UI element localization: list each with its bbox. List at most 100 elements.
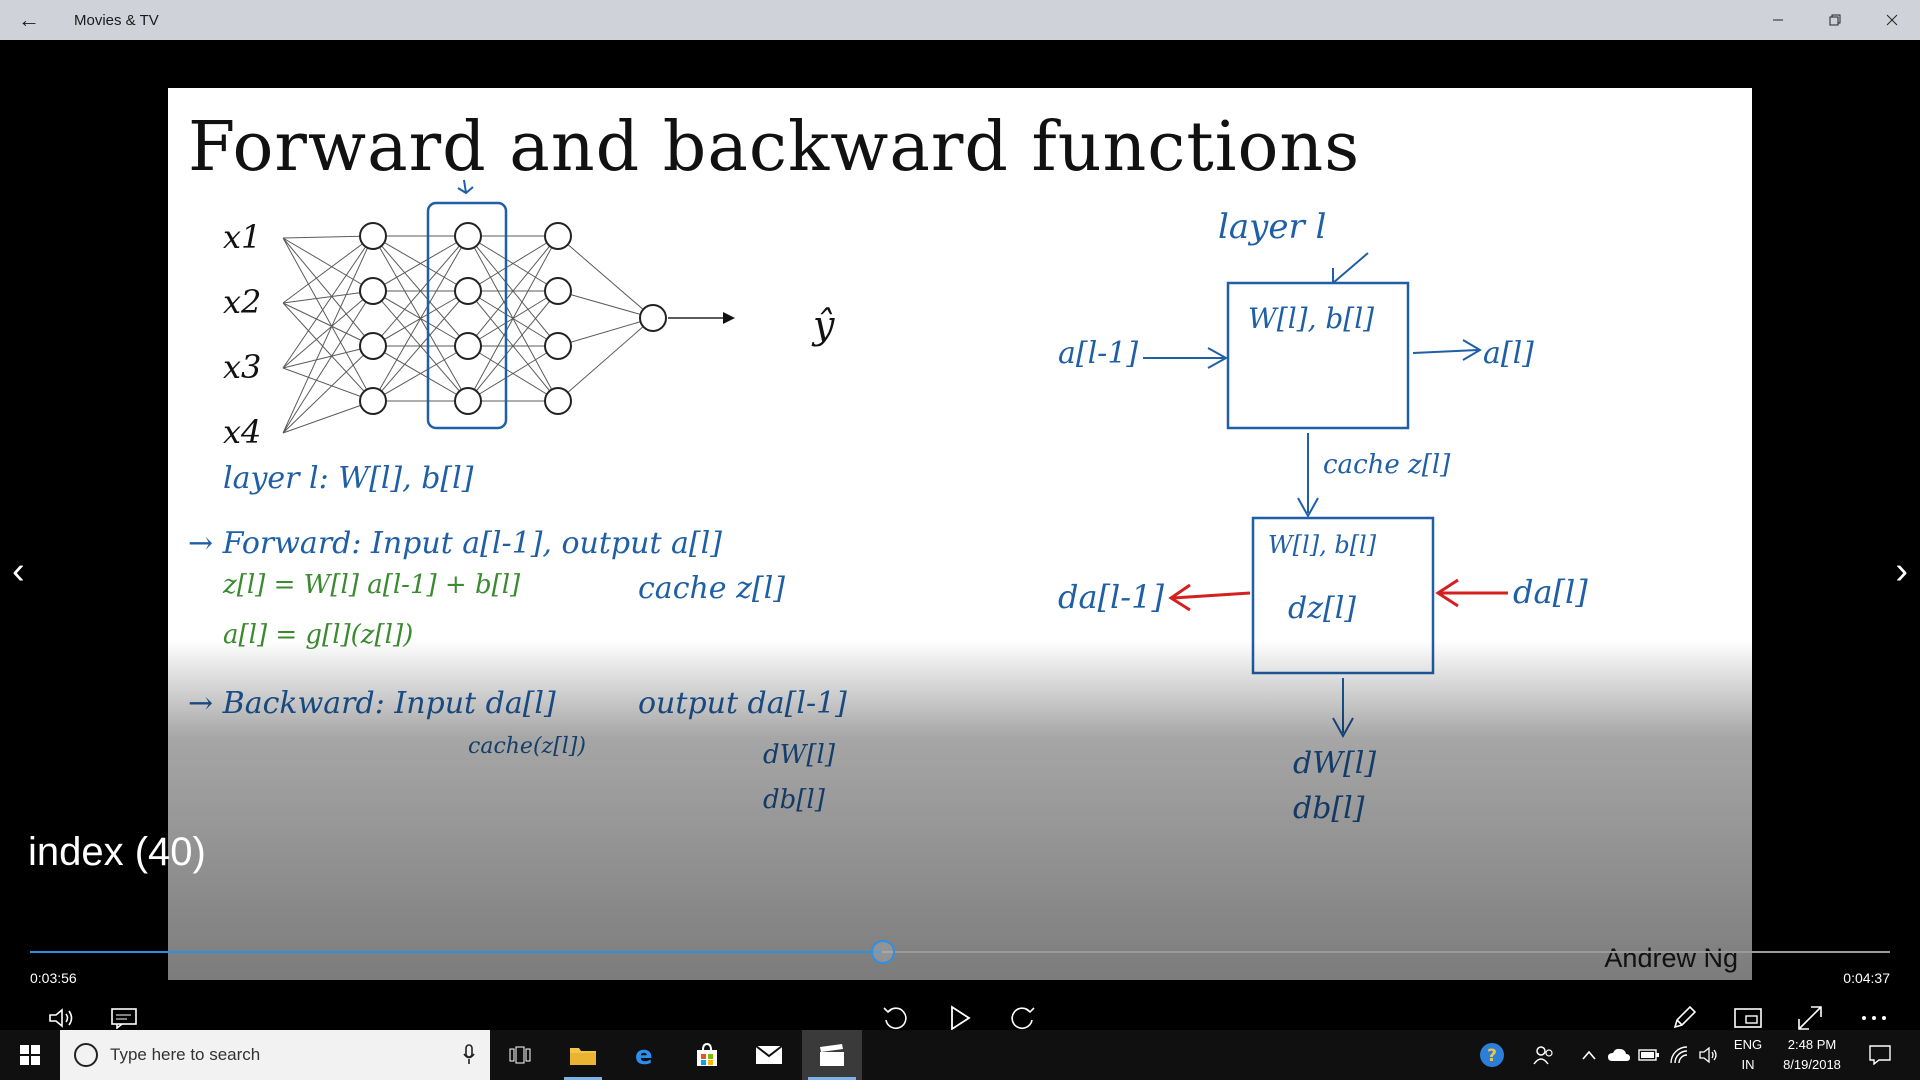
onedrive-tray-button[interactable]	[1604, 1030, 1634, 1080]
input-x1: x1	[223, 218, 261, 256]
region-code: IN	[1741, 1057, 1755, 1072]
restore-button[interactable]	[1806, 0, 1863, 40]
restore-icon	[1829, 14, 1840, 26]
output-yhat: ŷ	[811, 303, 835, 347]
note-z-eq: z[l] = W[l] a[l-1] + b[l]	[222, 570, 521, 600]
mail-button[interactable]	[744, 1030, 794, 1080]
battery-icon	[1638, 1049, 1659, 1061]
input-x3: x3	[223, 348, 261, 386]
block-dw-out: dW[l]	[1293, 746, 1376, 781]
block-a-out: a[l]	[1483, 336, 1534, 371]
seek-bar-fill	[30, 951, 882, 953]
note-backward: → Backward: Input da[l]	[188, 686, 556, 721]
help-tray-button[interactable]: ?	[1472, 1030, 1512, 1080]
movies-tv-taskbar-button[interactable]	[802, 1030, 862, 1080]
clock-date: 8/19/2018	[1783, 1057, 1841, 1072]
block-dz: dz[l]	[1288, 591, 1356, 626]
slide-author: Andrew Ng	[1604, 943, 1738, 973]
close-icon	[1886, 14, 1897, 26]
taskbar: Type here to search e ? ENG IN 2:48 PM 8…	[0, 1030, 1920, 1080]
note-db: db[l]	[763, 785, 826, 815]
language-code: ENG	[1733, 1037, 1763, 1052]
block-top-params: W[l], b[l]	[1248, 302, 1374, 335]
block-layer-label: layer l	[1218, 207, 1326, 247]
input-x2: x2	[223, 283, 261, 321]
minimize-button[interactable]	[1749, 0, 1806, 40]
start-button[interactable]	[0, 1030, 60, 1080]
seek-bar[interactable]	[30, 940, 1890, 964]
cortana-icon	[74, 1043, 98, 1067]
current-time: 0:03:56	[30, 970, 77, 986]
microphone-icon	[463, 1044, 475, 1064]
lecture-slide: Forward and backward functions x1 x2 x3 …	[168, 88, 1752, 980]
speaker-icon	[1699, 1047, 1717, 1063]
next-video-button[interactable]: ›	[1895, 550, 1908, 593]
help-icon: ?	[1480, 1043, 1504, 1067]
battery-tray-button[interactable]	[1634, 1030, 1664, 1080]
film-clapper-icon	[820, 1044, 844, 1066]
note-layer-params: layer l: W[l], b[l]	[223, 461, 474, 496]
volume-icon	[49, 1008, 73, 1028]
block-cache-label: cache z[l]	[1323, 450, 1451, 480]
cloud-icon	[1608, 1048, 1630, 1061]
store-button[interactable]	[682, 1030, 732, 1080]
block-da-out: da[l-1]	[1058, 578, 1164, 616]
note-a-eq: a[l] = g[l](z[l])	[223, 620, 413, 650]
store-icon	[697, 1043, 717, 1066]
video-area[interactable]: Forward and backward functions x1 x2 x3 …	[0, 40, 1920, 1042]
note-cache: cache z[l]	[638, 571, 785, 606]
close-button[interactable]	[1863, 0, 1920, 40]
chevron-right-icon: ›	[1895, 550, 1908, 592]
previous-video-button[interactable]: ‹	[12, 550, 25, 593]
mini-view-icon	[1734, 1008, 1762, 1028]
wifi-icon	[1670, 1046, 1688, 1064]
svg-text:?: ?	[1487, 1046, 1497, 1066]
minimize-icon	[1772, 19, 1783, 21]
play-icon	[951, 1005, 971, 1031]
window-controls	[1749, 0, 1920, 40]
neural-network-diagram: x1 x2 x3 x4 ŷ	[223, 179, 835, 451]
people-icon	[1533, 1046, 1553, 1065]
taskbar-search-box[interactable]: Type here to search	[60, 1030, 490, 1080]
edge-browser-button[interactable]: e	[620, 1030, 670, 1080]
handwritten-notes: layer l: W[l], b[l] → Forward: Input a[l…	[188, 461, 847, 815]
action-center-button[interactable]	[1860, 1030, 1900, 1080]
seek-bar-thumb[interactable]	[870, 940, 895, 964]
block-da-in: da[l]	[1513, 573, 1588, 611]
note-dw: dW[l]	[763, 740, 836, 770]
clock-time: 2:48 PM	[1787, 1037, 1837, 1052]
mail-icon	[755, 1045, 783, 1064]
show-hidden-icons-button[interactable]	[1576, 1030, 1602, 1080]
wifi-tray-button[interactable]	[1664, 1030, 1694, 1080]
arrow-left-icon: ←	[18, 7, 40, 32]
task-view-icon	[509, 1046, 531, 1064]
folder-icon	[570, 1048, 596, 1065]
layer-block-diagram: layer l W[l], b[l] a[l-1] a[l] cache z[l…	[1058, 207, 1588, 826]
edge-icon: e	[635, 1042, 653, 1068]
total-time: 0:04:37	[1843, 970, 1890, 986]
note-backward-output: output da[l-1]	[638, 686, 847, 721]
language-indicator[interactable]: ENG IN	[1728, 1035, 1768, 1075]
task-view-button[interactable]	[496, 1030, 544, 1080]
chevron-up-icon	[1582, 1050, 1596, 1060]
back-button[interactable]: ←	[0, 0, 58, 40]
notification-icon	[1869, 1045, 1891, 1065]
pencil-icon	[1673, 1005, 1697, 1029]
block-db-out: db[l]	[1293, 791, 1365, 826]
expand-icon	[1798, 1006, 1822, 1030]
note-forward: → Forward: Input a[l-1], output a[l]	[188, 526, 722, 561]
video-title: index (40)	[28, 830, 206, 874]
note-backward-cache: cache(z[l])	[468, 734, 586, 759]
more-icon	[1862, 1016, 1886, 1020]
chevron-left-icon: ‹	[12, 550, 25, 592]
title-bar: ← Movies & TV	[0, 0, 1920, 40]
clock[interactable]: 2:48 PM 8/19/2018	[1774, 1035, 1850, 1075]
people-button[interactable]	[1524, 1030, 1564, 1080]
file-explorer-button[interactable]	[558, 1030, 608, 1080]
input-x4: x4	[223, 413, 261, 451]
search-placeholder: Type here to search	[110, 1045, 261, 1064]
block-bottom-params: W[l], b[l]	[1268, 531, 1377, 559]
volume-tray-button[interactable]	[1694, 1030, 1724, 1080]
windows-logo-icon	[20, 1045, 40, 1065]
slide-drawing: x1 x2 x3 x4 ŷ layer l: W[l], b[l] → Forw…	[188, 179, 1588, 826]
